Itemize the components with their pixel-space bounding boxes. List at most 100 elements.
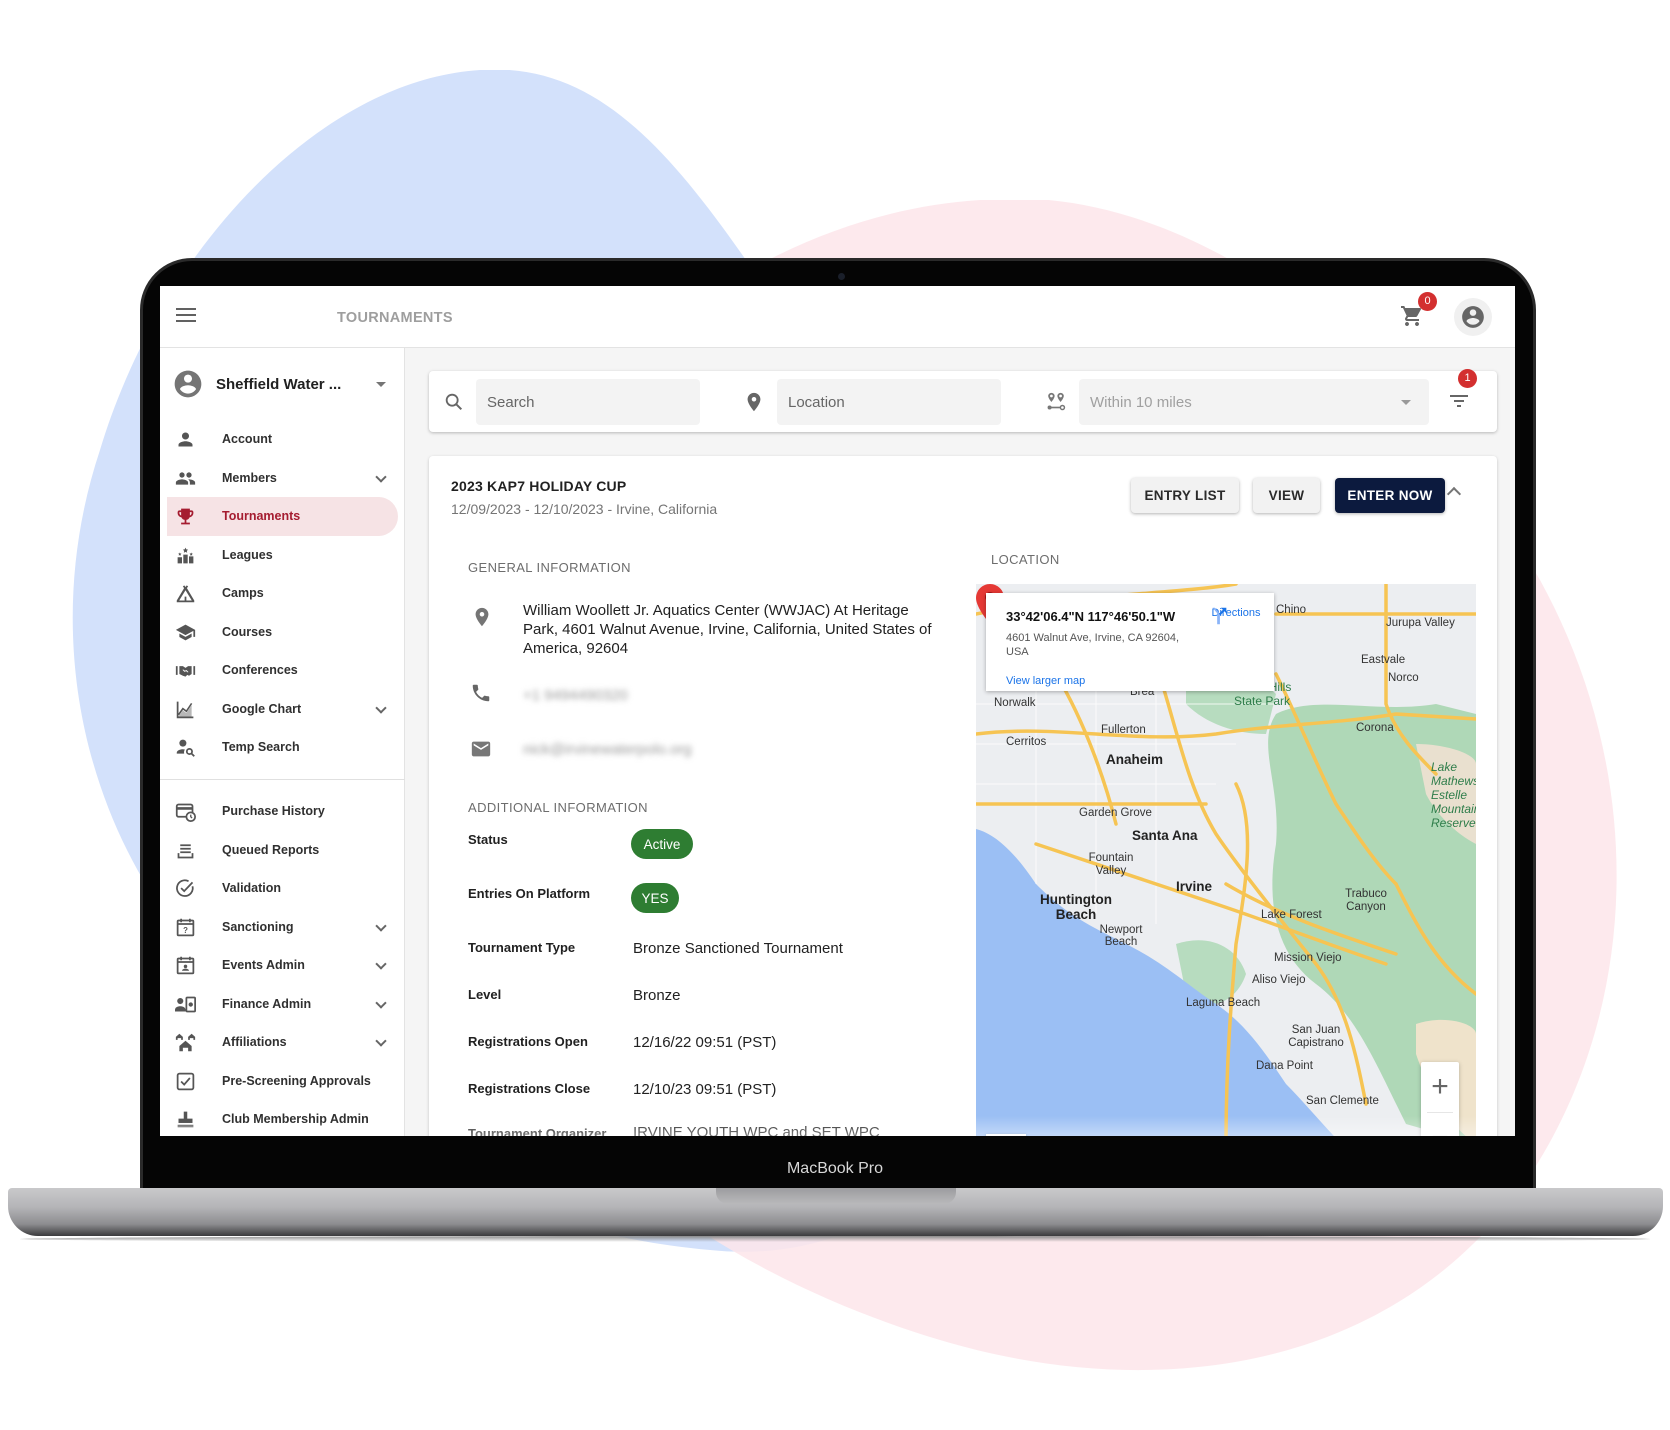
chevron-down-icon	[375, 701, 387, 714]
sidebar-item-affiliations[interactable]: Affiliations	[160, 1023, 405, 1062]
sidebar-item-sanctioning[interactable]: ? Sanctioning	[160, 908, 405, 947]
tournament-card: 2023 KAP7 HOLIDAY CUP 12/09/2023 - 12/10…	[429, 456, 1497, 1136]
sidebar-item-label: Account	[222, 432, 272, 447]
chart-icon	[176, 701, 194, 718]
chevron-down-icon	[375, 996, 387, 1009]
people-icon	[175, 471, 196, 485]
directions-icon	[1212, 607, 1227, 625]
distance-select-value: Within 10 miles	[1090, 393, 1192, 411]
camera-icon	[838, 273, 845, 280]
location-input[interactable]	[777, 379, 1001, 425]
sidebar-item-label: Purchase History	[222, 804, 325, 819]
zoom-out-button[interactable]: −	[1421, 1113, 1459, 1136]
admin-nav: Purchase History Queued Reports Validati…	[160, 792, 405, 1136]
org-name: Sheffield Water ...	[216, 375, 342, 393]
houses-icon	[175, 1033, 196, 1052]
sidebar-item-camps[interactable]: Camps	[160, 574, 405, 613]
caret-down-icon	[376, 381, 386, 387]
laptop-shadow	[20, 1236, 1650, 1242]
map-place-label: Santa Ana	[1132, 828, 1198, 843]
sidebar-item-tournaments[interactable]: Tournaments	[167, 497, 398, 536]
search-input[interactable]	[476, 379, 700, 425]
sidebar-item-label: Camps	[222, 586, 264, 601]
dropdown-arrow-icon	[1401, 400, 1411, 405]
check-circle-icon	[176, 879, 194, 897]
map-place-label: San Juan Capistrano	[1288, 1024, 1344, 1049]
user-avatar-button[interactable]	[1454, 298, 1492, 336]
sidebar-item-queued-reports[interactable]: Queued Reports	[160, 831, 405, 870]
detail-value: IRVINE YOUTH WPC and SET WPC	[633, 1124, 880, 1136]
entries-on-platform-badge: YES	[631, 883, 679, 913]
sidebar-item-events-admin[interactable]: Events Admin	[160, 946, 405, 985]
map-place-label: Mission Viejo	[1274, 952, 1342, 964]
map-place-label: Jurupa Valley	[1386, 617, 1455, 629]
sidebar-item-leagues[interactable]: Leagues	[160, 536, 405, 575]
person-search-icon	[176, 739, 195, 757]
leaderboard-icon	[177, 547, 194, 563]
directions-button[interactable]: Directions	[1208, 605, 1264, 625]
sidebar-item-temp-search[interactable]: Temp Search	[160, 728, 405, 767]
detail-value: 12/16/22 09:51 (PST)	[633, 1034, 777, 1051]
detail-label: Level	[468, 987, 502, 1002]
email-icon	[471, 741, 491, 757]
sidebar-item-label: Leagues	[222, 547, 273, 562]
tournament-title: 2023 KAP7 HOLIDAY CUP	[451, 478, 627, 494]
top-app-bar: TOURNAMENTS 0	[160, 286, 1515, 348]
sidebar-item-label: Affiliations	[222, 1035, 287, 1050]
map-place-label: Irvine	[1176, 879, 1213, 894]
map-place-label: Anaheim	[1106, 752, 1164, 767]
org-avatar-icon	[174, 370, 202, 398]
chevron-down-icon	[375, 1035, 387, 1047]
map-place-label: Newport Beach	[1099, 924, 1143, 948]
sidebar-item-finance-admin[interactable]: Finance Admin	[160, 985, 405, 1024]
filter-list-icon	[1450, 395, 1468, 407]
sidebar-item-conferences[interactable]: Conferences	[160, 651, 405, 690]
sidebar-item-label: Courses	[222, 624, 273, 639]
school-icon	[175, 624, 196, 640]
finance-icon	[175, 996, 196, 1012]
filter-button[interactable]	[1447, 389, 1471, 413]
additional-information-heading: ADDITIONAL INFORMATION	[468, 800, 648, 815]
sidebar-item-pre-screening-approvals[interactable]: Pre-Screening Approvals	[160, 1062, 405, 1101]
satellite-layer-toggle[interactable]	[986, 1134, 1026, 1136]
org-switcher[interactable]: Sheffield Water ...	[172, 366, 392, 402]
map-place-label: Norco	[1388, 672, 1419, 684]
sidebar-item-validation[interactable]: Validation	[160, 869, 405, 908]
location-heading: LOCATION	[991, 552, 1060, 567]
person-icon	[178, 432, 193, 447]
sidebar-item-label: Conferences	[222, 663, 298, 678]
view-larger-map-link[interactable]: View larger map	[1006, 675, 1085, 687]
distance-icon	[1047, 392, 1066, 411]
map-place-label: Fullerton	[1101, 724, 1146, 736]
embedded-map[interactable]: Chino Jurupa Valley Eastvale Norco Chino…	[976, 584, 1476, 1136]
hamburger-menu-icon[interactable]	[176, 308, 196, 324]
view-button[interactable]: VIEW	[1253, 478, 1320, 513]
sidebar-fade	[160, 1122, 404, 1136]
map-info-popup: 33°42'06.4"N 117°46'50.1"W 4601 Walnut A…	[986, 593, 1274, 691]
sidebar-item-label: Events Admin	[222, 958, 305, 973]
sidebar-item-label: Validation	[222, 881, 282, 896]
sidebar-item-google-chart[interactable]: Google Chart	[160, 690, 405, 729]
location-pin-icon	[475, 607, 489, 627]
zoom-in-button[interactable]: +	[1421, 1062, 1459, 1112]
sidebar-item-account[interactable]: Account	[160, 420, 405, 459]
chevron-down-icon	[375, 919, 387, 932]
enter-now-button[interactable]: ENTER NOW	[1335, 478, 1445, 513]
payment-history-icon	[175, 803, 196, 822]
chevron-up-icon[interactable]	[1446, 486, 1462, 502]
entry-list-button[interactable]: ENTRY LIST	[1131, 478, 1239, 513]
detail-value: Bronze	[633, 987, 681, 1004]
sidebar-item-label: Tournaments	[222, 509, 301, 524]
contact-email: nick@irvinewaterpolo.org	[523, 741, 692, 758]
sidebar-item-purchase-history[interactable]: Purchase History	[160, 792, 405, 831]
phone-icon	[472, 684, 490, 702]
sidebar-item-members[interactable]: Members	[160, 459, 405, 498]
event-icon	[176, 956, 195, 975]
distance-select[interactable]: Within 10 miles	[1079, 379, 1429, 425]
sidebar-item-label: Queued Reports	[222, 842, 320, 857]
handshake-icon	[175, 666, 196, 677]
queue-icon	[177, 843, 194, 858]
laptop-notch	[716, 1188, 956, 1204]
sidebar-item-courses[interactable]: Courses	[160, 613, 405, 652]
sidebar-item-label: Finance Admin	[222, 996, 312, 1011]
